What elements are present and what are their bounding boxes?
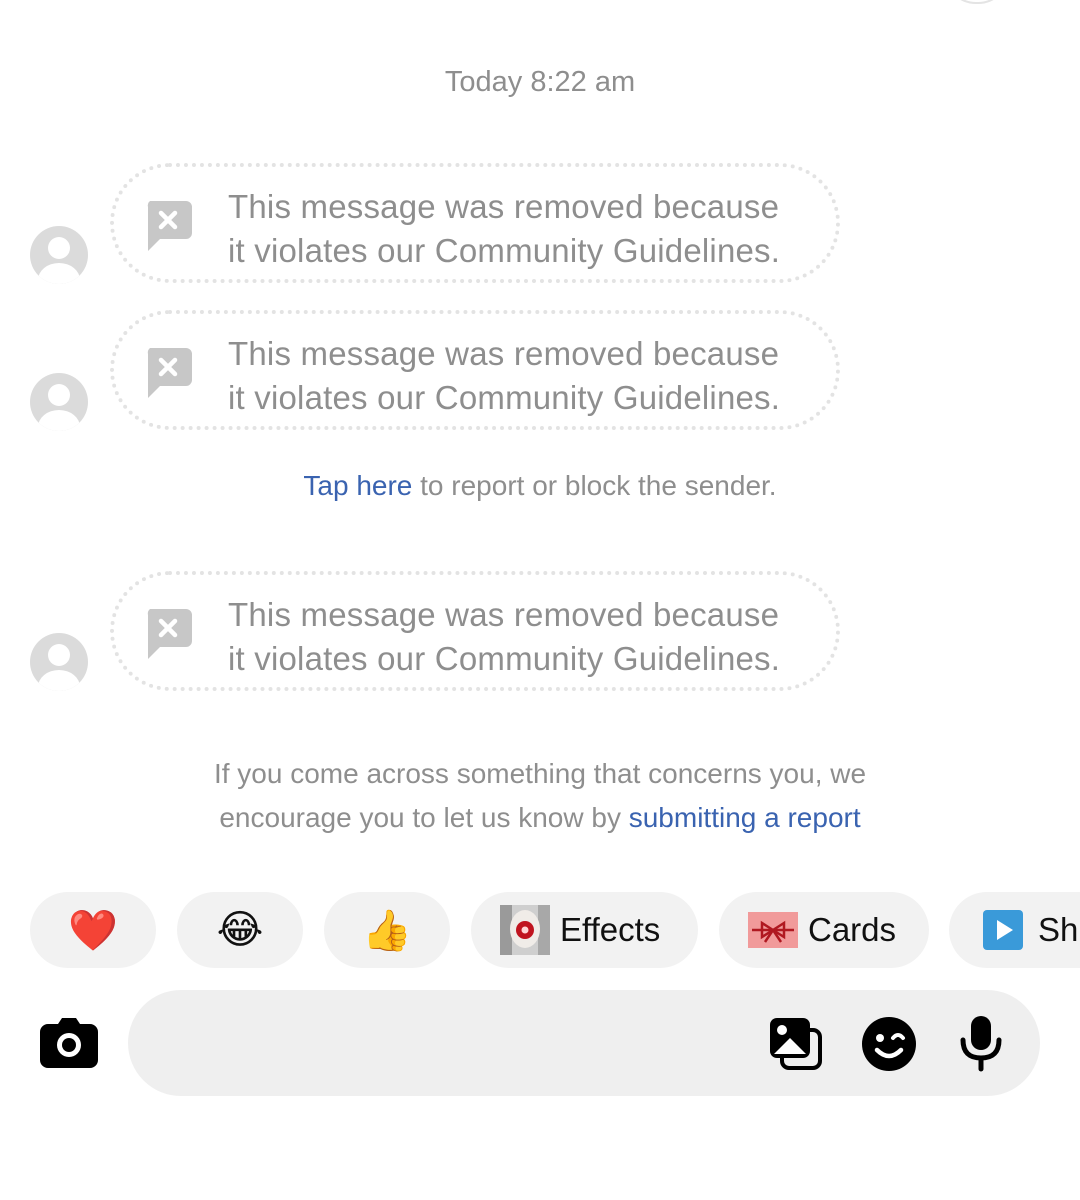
report-block-prompt: Tap here to report or block the sender. [0, 470, 1080, 502]
removed-message-icon [147, 348, 192, 398]
sender-avatar[interactable] [30, 226, 88, 284]
share-label: Sh [1038, 911, 1079, 948]
gift-card-icon [748, 912, 798, 948]
removed-message-icon [147, 201, 192, 251]
removed-message-text: This message was removed because it viol… [228, 596, 781, 677]
removed-message-text: This message was removed because it viol… [228, 188, 781, 269]
effects-label: Effects [560, 911, 661, 948]
effects-thumbnail-icon [500, 905, 550, 955]
sender-avatar[interactable] [30, 633, 88, 691]
microphone-icon[interactable] [958, 1014, 1004, 1072]
share-chip[interactable]: Sh [949, 892, 1080, 968]
message-input[interactable] [128, 990, 1040, 1096]
thumbs-up-reaction-chip[interactable]: 👍 [324, 892, 450, 968]
removed-message-icon [147, 609, 192, 659]
laugh-reaction-chip[interactable]: 😂 [177, 892, 303, 968]
removed-message-text: This message was removed because it viol… [228, 335, 781, 416]
camera-icon[interactable] [40, 1018, 98, 1068]
sender-avatar[interactable] [30, 373, 88, 431]
gallery-icon[interactable] [768, 1016, 824, 1072]
laughing-face-icon: 😂 [216, 908, 264, 952]
removed-message-bubble[interactable]: This message was removed because it viol… [110, 310, 840, 430]
heart-icon: ❤️ [68, 908, 118, 953]
removed-message-bubble[interactable]: This message was removed because it viol… [110, 163, 840, 283]
tap-here-link[interactable]: Tap here [303, 470, 412, 501]
sticker-icon[interactable] [861, 1016, 917, 1072]
effects-chip[interactable]: Effects [471, 892, 698, 968]
thumbs-up-icon: 👍 [362, 908, 412, 953]
safety-notice: If you come across something that concer… [213, 758, 867, 833]
top-corner-arc [944, 0, 1010, 4]
heart-reaction-chip[interactable]: ❤️ [30, 892, 156, 968]
quick-reply-bar: ❤️ 😂 👍 Effects Cards Sh [30, 892, 1080, 968]
cards-label: Cards [808, 911, 897, 948]
play-icon [983, 910, 1023, 950]
removed-message-bubble[interactable]: This message was removed because it viol… [110, 571, 840, 691]
report-prompt-text: to report or block the sender. [412, 470, 777, 501]
message-timestamp: Today 8:22 am [444, 66, 636, 98]
submit-report-link[interactable]: submitting a report [629, 802, 861, 833]
cards-chip[interactable]: Cards [719, 892, 929, 968]
